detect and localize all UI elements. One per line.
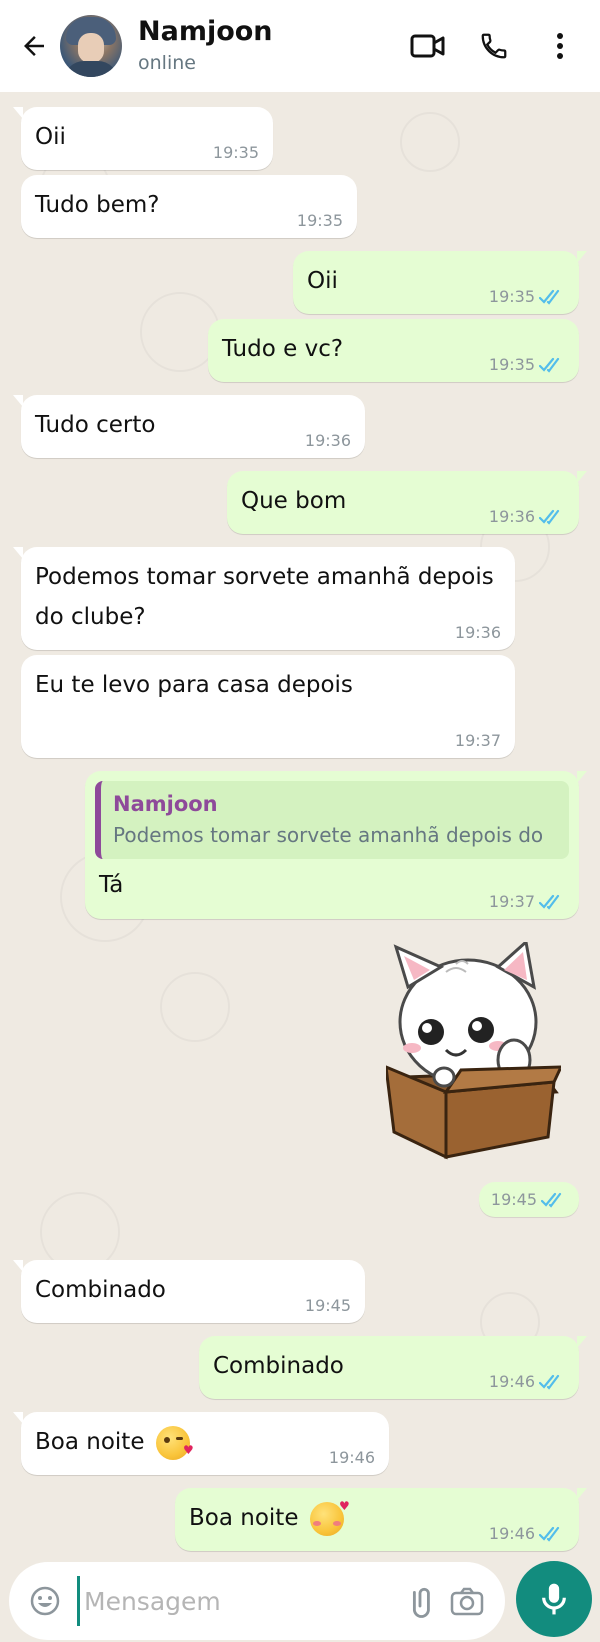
video-call-icon[interactable] xyxy=(398,16,458,76)
message-text: Boa noite xyxy=(35,1429,145,1455)
emoji-icon[interactable] xyxy=(23,1577,67,1625)
message-time: 19:35 xyxy=(212,143,259,162)
message-time: 19:37 xyxy=(488,892,535,911)
phone-icon[interactable] xyxy=(464,16,524,76)
message-text-row: Boa noite ♥ xyxy=(35,1422,375,1462)
message-incoming[interactable]: Boa noite ♥ 19:46 xyxy=(13,1412,389,1475)
quoted-author: Namjoon xyxy=(113,792,218,816)
mic-button[interactable] xyxy=(516,1561,592,1637)
message-time: 19:36 xyxy=(488,507,535,526)
message-input-container[interactable] xyxy=(9,1562,505,1640)
message-text: Eu te levo para casa depois xyxy=(35,672,353,698)
contact-info[interactable]: Namjoon online xyxy=(138,16,398,76)
message-outgoing-reply[interactable]: Namjoon Podemos tomar sorvete amanhã dep… xyxy=(85,771,587,919)
back-arrow-icon[interactable] xyxy=(8,16,60,76)
double-check-icon xyxy=(541,1192,562,1208)
message-time: 19:35 xyxy=(488,287,535,306)
mic-icon xyxy=(542,1583,566,1615)
message-input[interactable] xyxy=(77,1576,401,1626)
message-time: 19:35 xyxy=(296,211,343,230)
message-input-bar xyxy=(0,1550,600,1642)
message-outgoing[interactable]: Tudo e vc? 19:35 xyxy=(208,319,579,382)
message-text: Boa noite xyxy=(189,1505,299,1531)
message-outgoing[interactable]: Boa noite ♥ 19:46 xyxy=(175,1488,587,1551)
double-check-icon xyxy=(539,1374,560,1390)
quoted-message[interactable]: Namjoon Podemos tomar sorvete amanhã dep… xyxy=(95,781,569,859)
chat-header: Namjoon online xyxy=(0,0,600,92)
cat-sticker[interactable] xyxy=(386,942,561,1162)
more-vert-icon[interactable] xyxy=(530,16,590,76)
message-time: 19:36 xyxy=(304,431,351,450)
double-check-icon xyxy=(539,1526,560,1542)
double-check-icon xyxy=(539,357,560,373)
double-check-icon xyxy=(539,289,560,305)
double-check-icon xyxy=(539,509,560,525)
message-incoming[interactable]: Oii 19:35 xyxy=(13,107,273,170)
sticker-meta: 19:45 xyxy=(478,1182,579,1217)
message-time: 19:36 xyxy=(454,623,501,642)
attach-icon[interactable] xyxy=(401,1577,445,1625)
double-check-icon xyxy=(539,894,560,910)
message-incoming[interactable]: Tudo bem? 19:35 xyxy=(21,175,357,238)
quoted-text: Podemos tomar sorvete amanhã depois do xyxy=(113,823,544,847)
message-text: Tudo certo xyxy=(35,412,156,438)
smiling-face-with-hearts-emoji-icon: ♥ xyxy=(309,1500,350,1536)
message-time: 19:35 xyxy=(488,355,535,374)
message-incoming[interactable]: Combinado 19:45 xyxy=(13,1260,365,1323)
message-time: 19:46 xyxy=(488,1372,535,1391)
chat-area[interactable]: Oii 19:35 Tudo bem? 19:35 Oii 19:35 Tudo… xyxy=(0,92,600,1551)
message-incoming[interactable]: Tudo certo 19:36 xyxy=(13,395,365,458)
kissing-heart-emoji-icon: ♥ xyxy=(155,1425,194,1460)
contact-status: online xyxy=(138,52,196,74)
message-time: 19:46 xyxy=(488,1524,535,1543)
message-incoming[interactable]: Eu te levo para casa depois 19:37 xyxy=(21,655,515,758)
message-time: 19:46 xyxy=(328,1448,375,1467)
message-time: 19:45 xyxy=(304,1296,351,1315)
message-text: Podemos tomar sorvete amanhã depois do c… xyxy=(35,564,494,630)
contact-name: Namjoon xyxy=(138,16,273,47)
message-outgoing[interactable]: Oii 19:35 xyxy=(293,251,587,314)
camera-icon[interactable] xyxy=(445,1577,489,1625)
message-time: 19:37 xyxy=(454,731,501,750)
message-outgoing[interactable]: Que bom 19:36 xyxy=(227,471,587,534)
message-text: Combinado xyxy=(35,1277,166,1303)
message-outgoing[interactable]: Combinado 19:46 xyxy=(199,1336,587,1399)
avatar[interactable] xyxy=(60,15,122,77)
message-time: 19:45 xyxy=(490,1190,537,1209)
message-incoming[interactable]: Podemos tomar sorvete amanhã depois do c… xyxy=(13,547,515,650)
